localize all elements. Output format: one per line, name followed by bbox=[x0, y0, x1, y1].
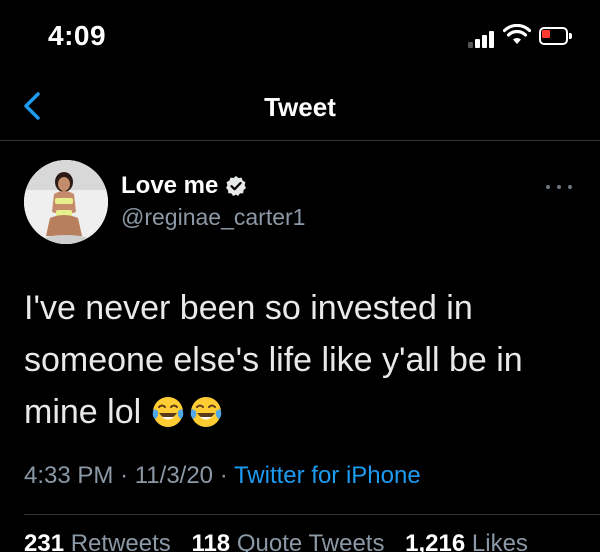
dot-icon bbox=[546, 185, 550, 189]
dot-icon bbox=[568, 185, 572, 189]
retweets-label: Retweets bbox=[70, 530, 171, 552]
likes-label: Likes bbox=[471, 530, 528, 552]
face-with-tears-of-joy-icon bbox=[152, 397, 184, 427]
quote-tweets-count: 118 bbox=[191, 530, 231, 552]
battery-level bbox=[542, 30, 550, 38]
dot-icon bbox=[557, 185, 561, 189]
tweet-stats: 231 Retweets 118 Quote Tweets 1,216 Like… bbox=[24, 530, 542, 552]
tweet-text: I've never been so invested in someone e… bbox=[24, 282, 584, 438]
meta-separator: · bbox=[120, 462, 129, 489]
tweet-detail-screen: 4:09 Tweet Love me @reginae_carter1 I've… bbox=[0, 0, 600, 552]
more-options-button[interactable] bbox=[546, 182, 572, 192]
user-handle[interactable]: @reginae_carter1 bbox=[121, 204, 305, 231]
tweet-source-link[interactable]: Twitter for iPhone bbox=[234, 462, 421, 489]
face-with-tears-of-joy-icon bbox=[190, 397, 222, 427]
display-name: Love me bbox=[121, 172, 219, 199]
tweet-text-line-last: mine lol bbox=[24, 386, 584, 438]
wifi-icon bbox=[503, 24, 531, 44]
likes-count: 1,216 bbox=[405, 530, 466, 552]
nav-header: Tweet bbox=[0, 72, 600, 140]
meta-separator: · bbox=[219, 462, 228, 489]
battery-icon bbox=[539, 27, 572, 45]
header-divider bbox=[0, 140, 600, 141]
page-title: Tweet bbox=[264, 92, 336, 122]
retweets-count: 231 bbox=[24, 530, 65, 552]
profile-photo-icon bbox=[24, 160, 108, 244]
quote-tweets-stat[interactable]: 118 Quote Tweets bbox=[191, 530, 384, 552]
status-bar: 4:09 bbox=[0, 0, 600, 72]
tweet-time: 4:33 PM bbox=[24, 462, 114, 489]
quote-tweets-label: Quote Tweets bbox=[236, 530, 385, 552]
tweet-date: 11/3/20 bbox=[134, 462, 214, 489]
retweets-stat[interactable]: 231 Retweets bbox=[24, 530, 171, 552]
tweet-text-line: mine lol bbox=[24, 393, 142, 431]
tweet-text-line: someone else's life like y'all be in bbox=[24, 341, 523, 379]
verified-badge-icon bbox=[226, 176, 247, 196]
likes-stat[interactable]: 1,216 Likes bbox=[405, 530, 528, 552]
tweet-text-line: I've never been so invested in bbox=[24, 289, 473, 327]
tweet-meta: 4:33 PM · 11/3/20 · Twitter for iPhone bbox=[24, 462, 421, 490]
avatar[interactable] bbox=[24, 160, 108, 244]
author-name-row[interactable]: Love me bbox=[121, 172, 247, 200]
status-time: 4:09 bbox=[48, 20, 107, 51]
cellular-signal-icon bbox=[468, 30, 494, 48]
meta-divider bbox=[24, 514, 600, 515]
